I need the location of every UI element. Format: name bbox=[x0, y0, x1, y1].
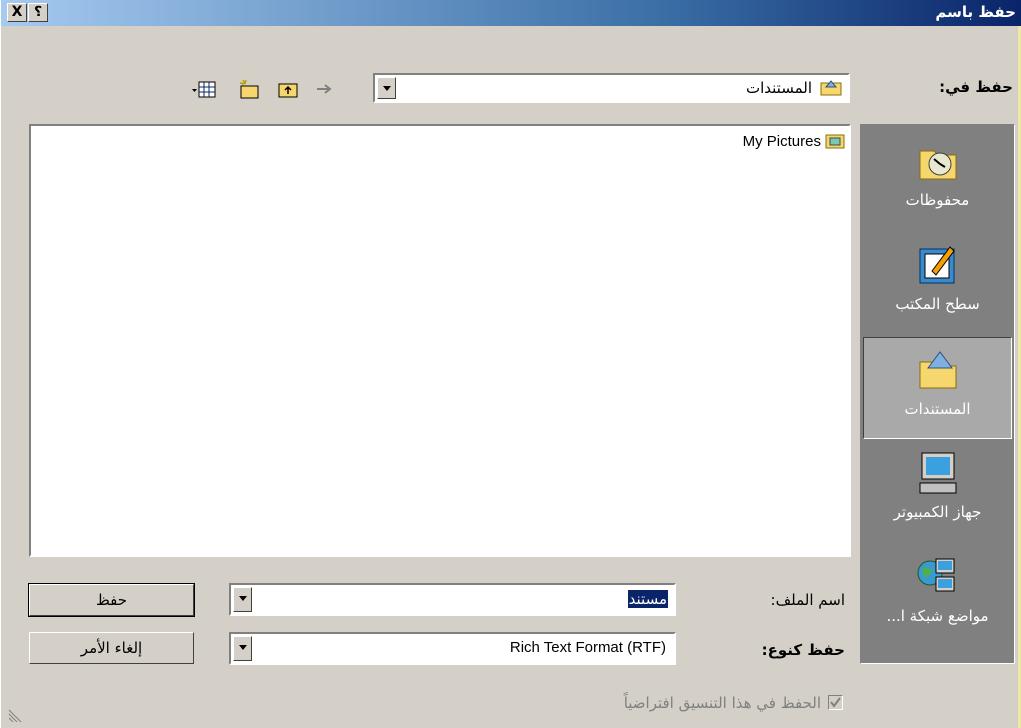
help-button[interactable]: ؟ bbox=[28, 3, 48, 22]
new-folder-icon[interactable] bbox=[237, 78, 261, 100]
cancel-button[interactable]: إلغاء الأمر bbox=[29, 632, 194, 664]
place-label: مواضع شبكة ا... bbox=[886, 607, 989, 625]
filename-input[interactable]: مستند bbox=[627, 590, 668, 608]
desktop-icon bbox=[914, 243, 962, 287]
place-network[interactable]: مواضع شبكة ا... bbox=[863, 545, 1012, 647]
back-arrow-icon[interactable] bbox=[313, 78, 337, 100]
save-in-combo[interactable]: المستندات bbox=[373, 73, 850, 103]
my-computer-icon bbox=[914, 451, 962, 495]
save-in-label: حفظ في: bbox=[939, 78, 1013, 96]
filename-label: اسم الملف: bbox=[770, 591, 845, 609]
save-in-value: المستندات bbox=[745, 79, 812, 97]
close-button[interactable]: X bbox=[7, 3, 27, 22]
list-item-label: My Pictures bbox=[742, 133, 821, 150]
title-bar[interactable]: حفظ باسم X ؟ bbox=[1, 0, 1021, 26]
file-list[interactable]: My Pictures bbox=[29, 124, 851, 557]
up-folder-icon[interactable] bbox=[276, 78, 300, 100]
place-label: المستندات bbox=[904, 400, 971, 418]
filename-combo[interactable]: مستند bbox=[229, 583, 676, 616]
place-my-documents[interactable]: المستندات bbox=[863, 337, 1012, 439]
dialog-title: حفظ باسم bbox=[935, 3, 1016, 21]
chevron-down-icon[interactable] bbox=[233, 587, 252, 612]
checkmark-icon bbox=[830, 697, 841, 708]
place-label: محفوظات bbox=[905, 191, 970, 209]
my-documents-icon bbox=[914, 348, 962, 392]
place-label: جهاز الكمبيوتر bbox=[893, 503, 982, 521]
save-button[interactable]: حفظ bbox=[28, 583, 195, 617]
views-menu-icon[interactable] bbox=[191, 78, 217, 100]
places-bar: محفوظات سطح المكتب المستندات جهاز الكمبي… bbox=[860, 124, 1015, 664]
filetype-label: حفظ كنوع: bbox=[761, 641, 845, 659]
folder-documents-icon bbox=[820, 78, 842, 96]
network-places-icon bbox=[914, 555, 962, 599]
chevron-down-icon[interactable] bbox=[233, 636, 252, 661]
filetype-value: Rich Text Format (RTF) bbox=[509, 639, 666, 656]
default-format-label: الحفظ في هذا التنسيق افتراضياً bbox=[623, 694, 821, 712]
history-icon bbox=[914, 139, 962, 183]
filetype-combo[interactable]: Rich Text Format (RTF) bbox=[229, 632, 676, 665]
default-format-checkbox[interactable] bbox=[828, 695, 843, 710]
save-as-dialog: حفظ باسم X ؟ حفظ في: المستندات My Pictur… bbox=[0, 0, 1021, 728]
resize-grip-icon[interactable] bbox=[7, 704, 25, 723]
chevron-down-icon[interactable] bbox=[377, 77, 396, 99]
place-desktop[interactable]: سطح المكتب bbox=[863, 233, 1012, 335]
place-my-computer[interactable]: جهاز الكمبيوتر bbox=[863, 441, 1012, 543]
folder-pictures-icon bbox=[825, 132, 845, 150]
place-label: سطح المكتب bbox=[895, 295, 980, 313]
place-history[interactable]: محفوظات bbox=[863, 129, 1012, 231]
